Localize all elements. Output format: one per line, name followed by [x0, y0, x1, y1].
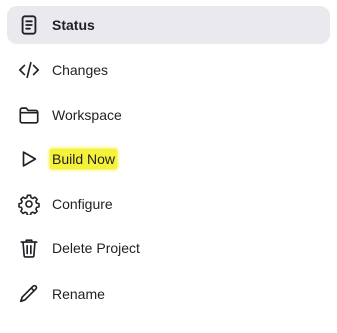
- gear-icon: [18, 193, 40, 215]
- trash-icon: [18, 237, 40, 259]
- sidebar-item-build-now[interactable]: Build Now: [7, 140, 330, 178]
- sidebar-item-label: Rename: [52, 286, 105, 302]
- side-navigation: Status Changes Workspace Build Now Confi…: [0, 0, 337, 333]
- folder-icon: [18, 104, 40, 126]
- sidebar-item-configure[interactable]: Configure: [7, 185, 330, 223]
- sidebar-item-label: Delete Project: [52, 240, 140, 256]
- sidebar-item-label: Status: [52, 17, 95, 33]
- sidebar-item-label: Workspace: [52, 107, 122, 123]
- sidebar-item-workspace[interactable]: Workspace: [7, 96, 330, 134]
- document-icon: [18, 14, 40, 36]
- sidebar-item-changes[interactable]: Changes: [7, 51, 330, 89]
- sidebar-item-label: Build Now: [50, 149, 118, 169]
- pencil-icon: [18, 283, 40, 305]
- sidebar-item-label: Configure: [52, 196, 113, 212]
- code-icon: [18, 59, 40, 81]
- sidebar-item-delete-project[interactable]: Delete Project: [7, 229, 330, 267]
- sidebar-item-status[interactable]: Status: [7, 6, 330, 44]
- sidebar-item-label: Changes: [52, 62, 109, 78]
- play-icon: [18, 148, 40, 170]
- sidebar-item-rename[interactable]: Rename: [7, 275, 330, 313]
